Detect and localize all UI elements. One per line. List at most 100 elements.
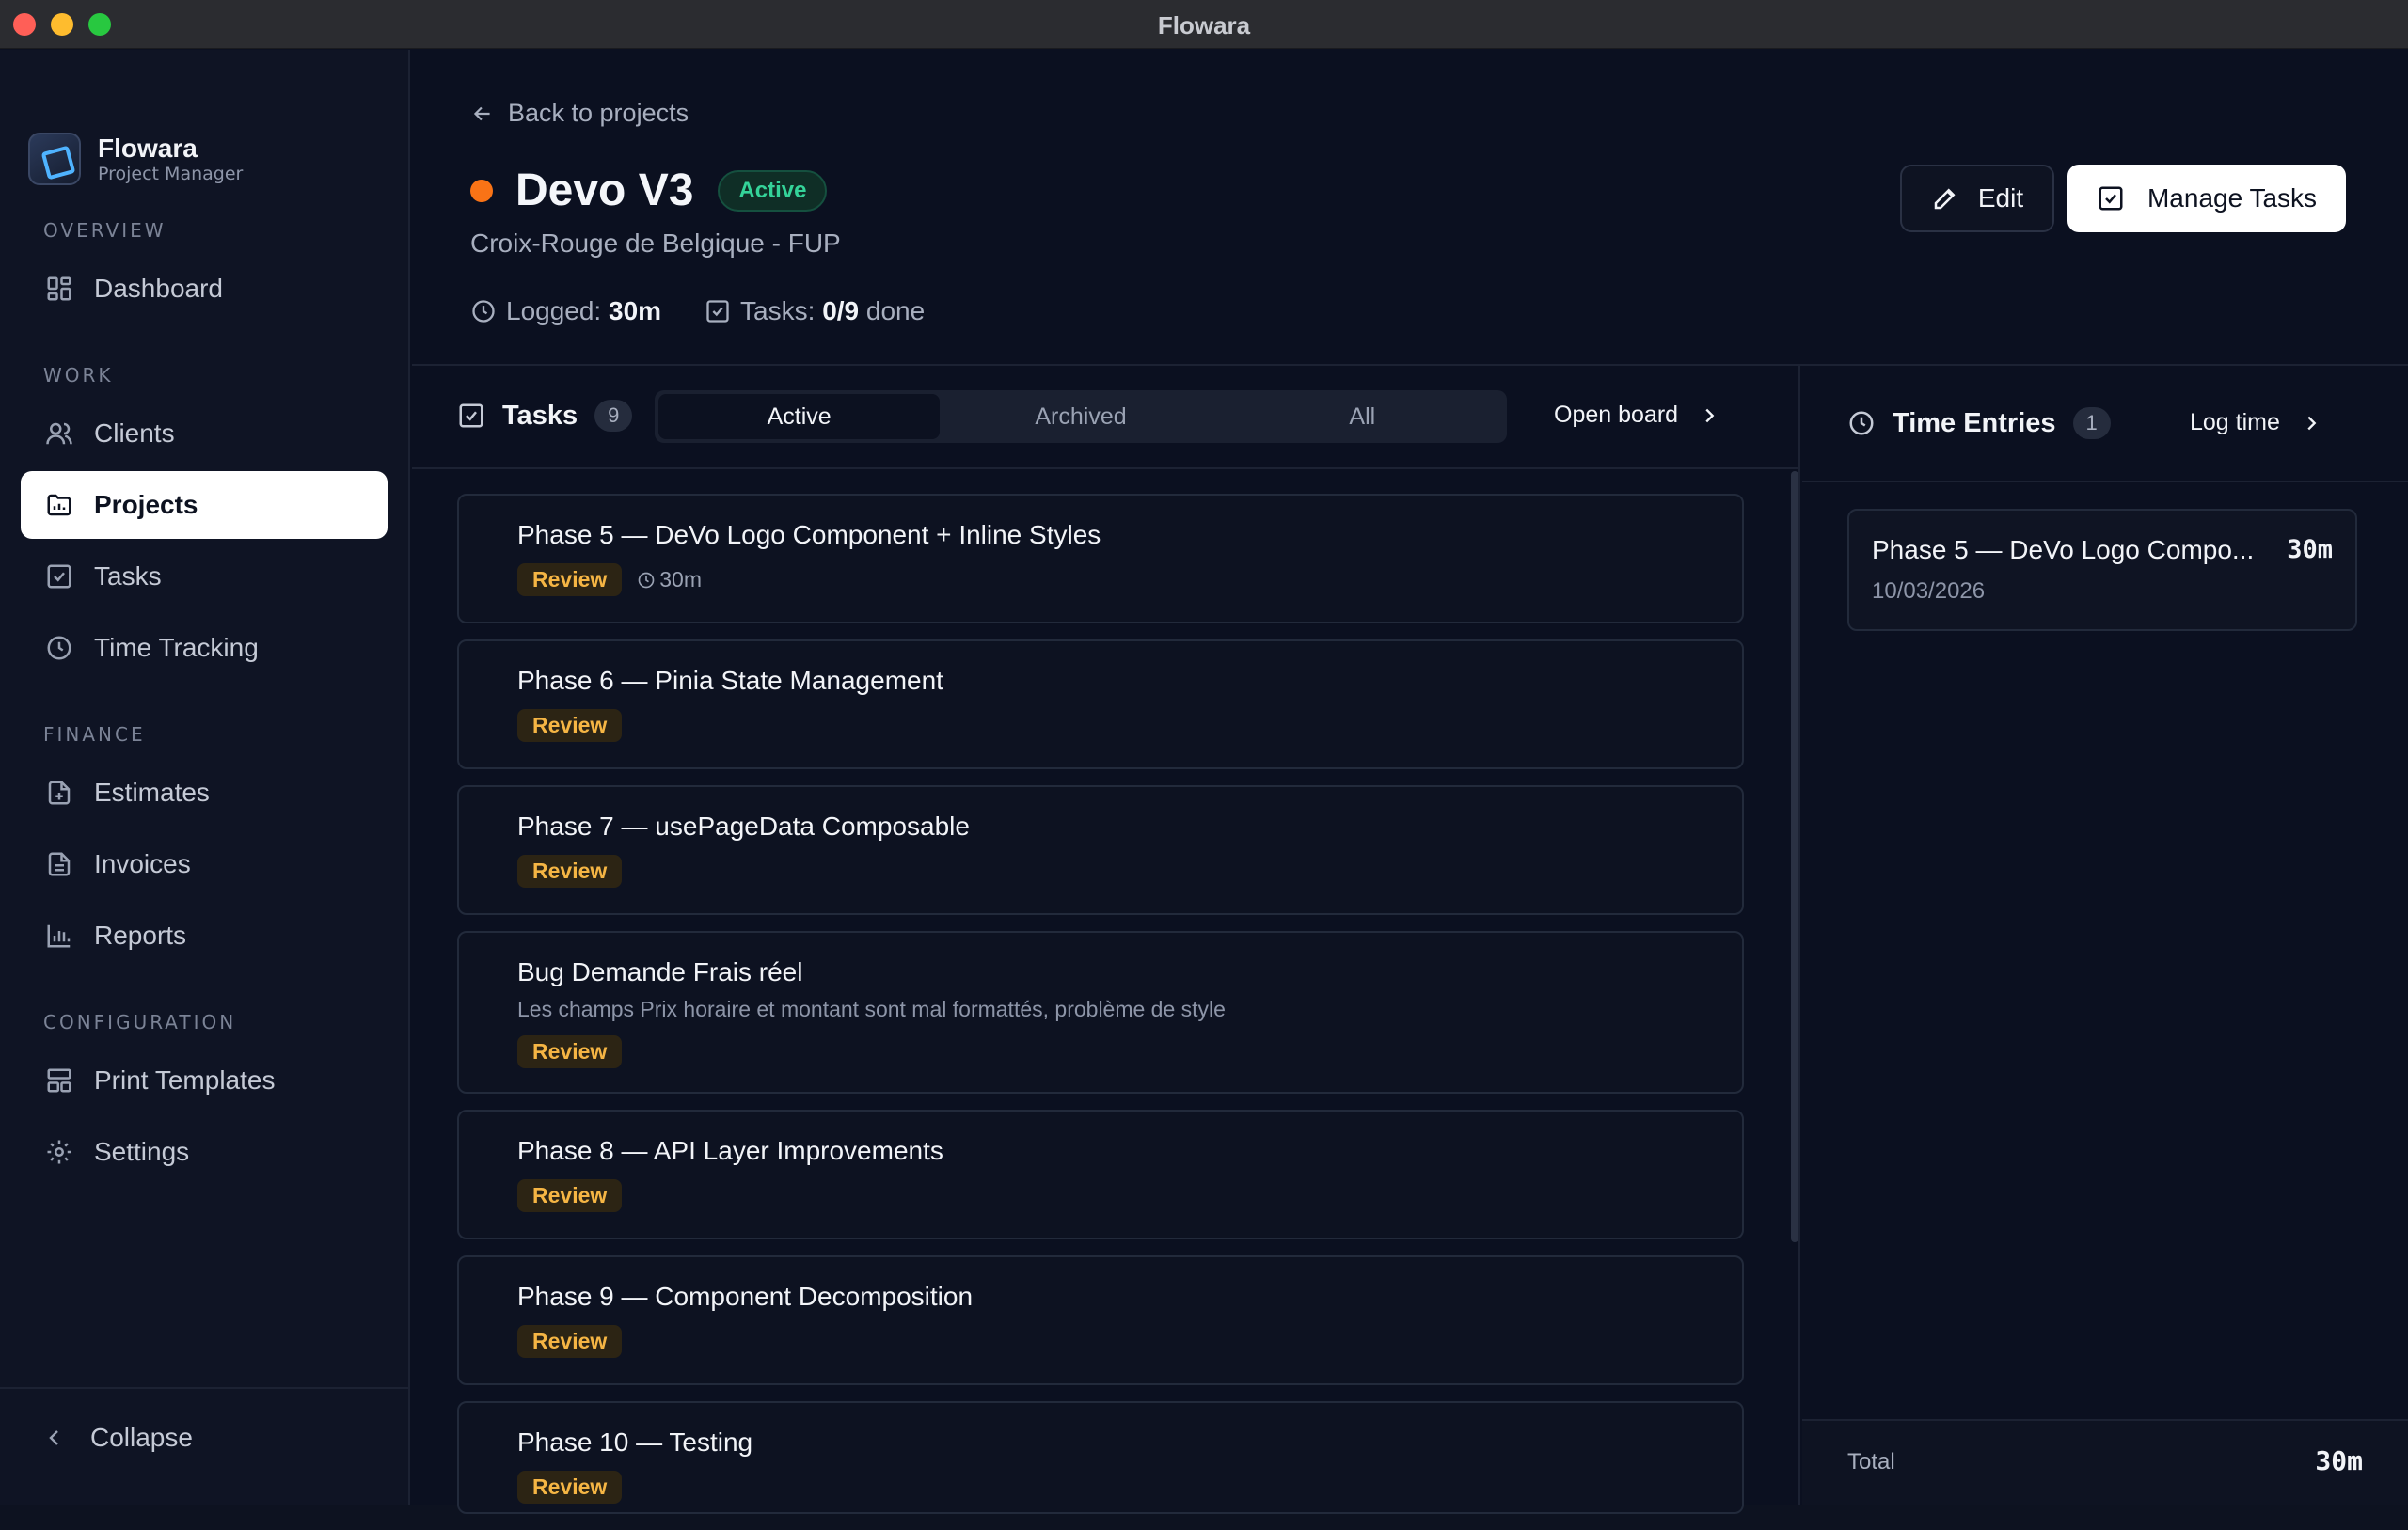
tasks-title: Tasks 9 bbox=[457, 400, 633, 432]
task-title: Phase 6 — Pinia State Management bbox=[517, 666, 943, 695]
tasks-suffix: done bbox=[865, 296, 926, 325]
status-badge: Review bbox=[517, 563, 623, 596]
page-title: Devo V3 bbox=[515, 166, 694, 215]
bar-chart-icon bbox=[43, 920, 75, 952]
status-badge: Active bbox=[718, 169, 828, 212]
collapse-button[interactable]: Collapse bbox=[21, 1423, 193, 1453]
tab-all[interactable]: All bbox=[1222, 394, 1503, 439]
time-total-bar: Total 30m bbox=[1802, 1419, 2408, 1505]
task-description: Les champs Prix horaire et montant sont … bbox=[517, 997, 1226, 1021]
sidebar-item-settings[interactable]: Settings bbox=[21, 1118, 388, 1186]
log-time-link[interactable]: Log time bbox=[2190, 409, 2321, 436]
task-title: Bug Demande Frais réel bbox=[517, 957, 803, 986]
time-entries-title-label: Time Entries bbox=[1893, 407, 2056, 438]
tasks-title-label: Tasks bbox=[502, 400, 578, 431]
section-label-finance: FINANCE bbox=[43, 723, 146, 746]
collapse-label: Collapse bbox=[90, 1423, 193, 1452]
sidebar-item-projects[interactable]: Projects bbox=[21, 471, 388, 539]
status-badge: Review bbox=[517, 1179, 623, 1212]
time-entries-count-badge: 1 bbox=[2072, 407, 2111, 439]
manage-tasks-label: Manage Tasks bbox=[2147, 183, 2318, 213]
task-time-value: 30m bbox=[659, 567, 703, 591]
tab-archived[interactable]: Archived bbox=[940, 394, 1221, 439]
task-list-scrollbar[interactable] bbox=[1791, 471, 1798, 1242]
pencil-icon bbox=[1931, 184, 1959, 213]
time-entries-panel: Time Entries 1 Log time Phase 5 — DeVo L… bbox=[1802, 366, 2408, 1505]
list-item[interactable]: Phase 6 — Pinia State Management Review bbox=[457, 639, 1744, 769]
sidebar-item-label: Reports bbox=[94, 921, 187, 950]
list-item[interactable]: Phase 9 — Component Decomposition Review bbox=[457, 1255, 1744, 1385]
tasks-label: Tasks: bbox=[740, 296, 816, 325]
arrow-left-icon bbox=[470, 102, 495, 126]
time-entries-title: Time Entries 1 bbox=[1847, 407, 2111, 439]
sidebar-item-estimates[interactable]: Estimates bbox=[21, 759, 388, 827]
manage-tasks-button[interactable]: Manage Tasks bbox=[2067, 165, 2346, 232]
list-item[interactable]: Phase 8 — API Layer Improvements Review bbox=[457, 1110, 1744, 1239]
project-client: Croix-Rouge de Belgique - FUP bbox=[470, 229, 841, 258]
time-entry[interactable]: Phase 5 — DeVo Logo Compo... 30m 10/03/2… bbox=[1847, 509, 2357, 631]
sidebar-item-label: Clients bbox=[94, 418, 175, 448]
title-bar: Flowara bbox=[0, 0, 2408, 49]
logged-value: 30m bbox=[609, 296, 662, 325]
project-color-dot bbox=[470, 179, 493, 202]
total-value: 30m bbox=[2315, 1445, 2363, 1476]
section-label-overview: OVERVIEW bbox=[43, 219, 166, 242]
task-time: 30m bbox=[637, 567, 702, 592]
status-badge: Review bbox=[517, 1325, 623, 1358]
tab-active[interactable]: Active bbox=[658, 394, 941, 439]
list-item[interactable]: Bug Demande Frais réel Les champs Prix h… bbox=[457, 931, 1744, 1094]
sidebar-item-label: Tasks bbox=[94, 561, 162, 591]
total-label: Total bbox=[1847, 1449, 1895, 1475]
time-entry-title: Phase 5 — DeVo Logo Compo... bbox=[1872, 535, 2255, 564]
clock-icon bbox=[43, 632, 75, 664]
sidebar-item-reports[interactable]: Reports bbox=[21, 902, 388, 970]
time-entry-date: 10/03/2026 bbox=[1872, 578, 1986, 604]
list-item[interactable]: Phase 10 — Testing Review bbox=[457, 1401, 1744, 1514]
brand[interactable]: Flowara Project Manager bbox=[28, 133, 243, 185]
sidebar-item-dashboard[interactable]: Dashboard bbox=[21, 255, 388, 323]
edit-button[interactable]: Edit bbox=[1900, 165, 2054, 232]
status-badge: Review bbox=[517, 709, 623, 742]
task-filter-tabs: Active Archived All bbox=[655, 390, 1507, 443]
status-badge: Review bbox=[517, 1035, 623, 1068]
open-board-link[interactable]: Open board bbox=[1554, 402, 1719, 429]
sidebar-item-label: Settings bbox=[94, 1137, 190, 1166]
section-label-configuration: CONFIGURATION bbox=[43, 1011, 237, 1033]
list-item[interactable]: Phase 7 — usePageData Composable Review bbox=[457, 785, 1744, 915]
clock-icon bbox=[637, 571, 656, 590]
task-title: Phase 10 — Testing bbox=[517, 1427, 753, 1457]
status-badge: Review bbox=[517, 1471, 623, 1504]
project-meta: Logged: 30m Tasks: 0/9 done bbox=[470, 296, 925, 326]
task-title: Phase 5 — DeVo Logo Component + Inline S… bbox=[517, 520, 1101, 549]
open-board-label: Open board bbox=[1554, 402, 1679, 428]
brand-name: Flowara bbox=[98, 134, 198, 163]
users-icon bbox=[43, 418, 75, 450]
main-content: Back to projects Devo V3 Active Croix-Ro… bbox=[412, 50, 2408, 1514]
sidebar-item-label: Print Templates bbox=[94, 1065, 276, 1095]
brand-subtitle: Project Manager bbox=[98, 164, 244, 184]
app-window: Flowara Flowara Project Manager OVERVIEW… bbox=[0, 0, 2408, 1514]
sidebar-divider bbox=[0, 1387, 410, 1389]
sidebar-item-print-templates[interactable]: Print Templates bbox=[21, 1047, 388, 1114]
checkbox-icon bbox=[43, 560, 75, 592]
tasks-panel: Tasks 9 Active Archived All Open board P… bbox=[412, 366, 1800, 1514]
app-logo-icon bbox=[28, 133, 81, 185]
chevron-right-icon bbox=[1699, 405, 1719, 426]
logged-label: Logged: bbox=[506, 296, 602, 325]
sidebar-item-clients[interactable]: Clients bbox=[21, 400, 388, 467]
sidebar-item-tasks[interactable]: Tasks bbox=[21, 543, 388, 610]
sidebar-item-invoices[interactable]: Invoices bbox=[21, 830, 388, 898]
log-time-label: Log time bbox=[2190, 409, 2280, 435]
project-title-row: Devo V3 Active bbox=[470, 165, 828, 216]
grid-icon bbox=[43, 273, 75, 305]
sidebar-item-label: Projects bbox=[94, 490, 198, 519]
edit-label: Edit bbox=[1977, 183, 2024, 213]
back-to-projects-link[interactable]: Back to projects bbox=[470, 99, 689, 128]
list-item[interactable]: Phase 5 — DeVo Logo Component + Inline S… bbox=[457, 494, 1744, 623]
task-title: Phase 8 — API Layer Improvements bbox=[517, 1136, 943, 1165]
window-title: Flowara bbox=[1157, 11, 1251, 39]
sidebar: Flowara Project Manager OVERVIEW Dashboa… bbox=[0, 50, 410, 1505]
chevron-left-icon bbox=[43, 1427, 66, 1449]
file-text-icon bbox=[43, 848, 75, 880]
sidebar-item-time-tracking[interactable]: Time Tracking bbox=[21, 614, 388, 682]
